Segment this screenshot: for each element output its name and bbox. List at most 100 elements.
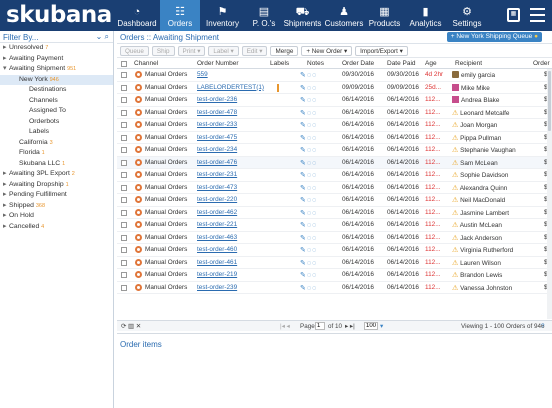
row-checkbox[interactable]	[121, 197, 127, 203]
scrollbar-thumb[interactable]	[548, 71, 551, 131]
tree-item[interactable]: Florida 1	[0, 148, 113, 159]
row-checkbox[interactable]	[121, 184, 127, 191]
notes-icons[interactable]: ✎◌◌	[300, 71, 317, 79]
table-row[interactable]: Manual Orders test-order-233 ✎◌◌ 06/14/2016…	[117, 119, 552, 132]
tree-item[interactable]: ▾ Awaiting Shipment 951	[0, 64, 113, 75]
order-number-link[interactable]: test-order-233	[197, 121, 237, 128]
nav-analytics[interactable]: ▮ Analytics	[404, 0, 447, 31]
column-header[interactable]: Order	[533, 60, 550, 67]
nav-shipments[interactable]: ⛟ Shipments	[282, 0, 323, 31]
notes-icons[interactable]: ✎◌◌	[300, 84, 317, 92]
tree-item[interactable]: Skubana LLC 1	[0, 159, 113, 170]
refresh-icon[interactable]: ⟳ ▥ ✕	[121, 323, 141, 330]
table-row[interactable]: Manual Orders test-order-221 ✎◌◌ 06/14/2016…	[117, 219, 552, 232]
table-row[interactable]: Manual Orders LABELORDERTEST(1) ✎◌◌ 09/09/2…	[117, 82, 552, 94]
tree-item[interactable]: California 3	[0, 138, 113, 149]
toolbar-button-print[interactable]: Print ▾	[177, 46, 206, 56]
page-number-input[interactable]	[315, 322, 325, 330]
tree-item[interactable]: Destinations	[0, 85, 113, 96]
row-checkbox[interactable]	[121, 172, 127, 178]
table-row[interactable]: Manual Orders test-order-475 ✎◌◌ 06/14/2016…	[117, 132, 552, 144]
notes-icons[interactable]: ✎◌◌	[300, 121, 317, 129]
row-checkbox[interactable]	[121, 134, 127, 141]
notes-icons[interactable]: ✎◌◌	[300, 246, 317, 254]
column-header[interactable]: Recipient	[455, 60, 482, 67]
toolbar-button-ship[interactable]: Ship	[151, 46, 175, 56]
order-number-link[interactable]: test-order-236	[197, 96, 237, 103]
row-checkbox[interactable]	[121, 284, 127, 291]
order-number-link[interactable]: test-order-476	[197, 159, 237, 166]
hamburger-menu-icon[interactable]	[530, 8, 545, 22]
select-all-checkbox[interactable]	[121, 61, 127, 67]
toolbar-button-queue[interactable]: Queue	[120, 46, 149, 56]
tree-item[interactable]: ▸ Pending Fulfillment	[0, 190, 113, 201]
per-page-select[interactable]	[364, 322, 378, 330]
notes-icons[interactable]: ✎◌◌	[300, 271, 317, 279]
notes-icons[interactable]: ✎◌◌	[300, 109, 317, 117]
toolbar-button-edit[interactable]: Edit ▾	[241, 46, 268, 56]
tree-item[interactable]: ▸ Awaiting Payment	[0, 54, 113, 65]
order-number-link[interactable]: test-order-239	[197, 284, 237, 291]
row-checkbox[interactable]	[121, 209, 127, 216]
nav-customers[interactable]: ♟ Customers	[323, 0, 365, 31]
column-header[interactable]: Age	[425, 60, 437, 67]
notes-icons[interactable]: ✎◌◌	[300, 259, 317, 267]
tree-item[interactable]: ▸ On Hold	[0, 211, 113, 222]
notes-icons[interactable]: ✎◌◌	[300, 96, 317, 104]
nav-products[interactable]: ▦ Products	[365, 0, 404, 31]
row-checkbox[interactable]	[121, 259, 127, 266]
row-checkbox[interactable]	[121, 97, 127, 103]
table-row[interactable]: Manual Orders test-order-219 ✎◌◌ 06/14/2016…	[117, 269, 552, 282]
notes-icons[interactable]: ✎◌◌	[300, 146, 317, 154]
tree-item[interactable]: ▸ Shipped 368	[0, 201, 113, 212]
table-row[interactable]: Manual Orders test-order-463 ✎◌◌ 06/14/2016…	[117, 232, 552, 244]
table-row[interactable]: Manual Orders test-order-239 ✎◌◌ 06/14/2016…	[117, 282, 552, 294]
order-number-link[interactable]: test-order-473	[197, 184, 237, 191]
tree-item[interactable]: Channels	[0, 96, 113, 107]
row-checkbox[interactable]	[121, 72, 127, 78]
nav-orders[interactable]: ☷ Orders	[160, 0, 200, 31]
notes-icons[interactable]: ✎◌◌	[300, 196, 317, 204]
table-row[interactable]: Manual Orders test-order-460 ✎◌◌ 06/14/2016…	[117, 244, 552, 257]
tree-item[interactable]: Orderbots	[0, 117, 113, 128]
toolbar-button-label[interactable]: Label ▾	[208, 46, 239, 56]
row-checkbox[interactable]	[121, 109, 127, 116]
table-row[interactable]: Manual Orders test-order-231 ✎◌◌ 06/14/2016…	[117, 169, 552, 182]
toolbar-button-importexport[interactable]: Import/Export ▾	[355, 46, 408, 56]
row-checkbox[interactable]	[121, 159, 127, 166]
order-number-link[interactable]: test-order-475	[197, 134, 237, 141]
table-row[interactable]: Manual Orders test-order-473 ✎◌◌ 06/14/2016…	[117, 182, 552, 194]
tree-item[interactable]: ▸ Awaiting Dropship 1	[0, 180, 113, 191]
search-icon[interactable]: ⌄ ⌕	[96, 32, 109, 42]
table-row[interactable]: Manual Orders test-order-234 ✎◌◌ 06/14/2016…	[117, 144, 552, 157]
toolbar-button-neworder[interactable]: + New Order ▾	[301, 46, 353, 56]
row-checkbox[interactable]	[121, 247, 127, 253]
column-header[interactable]: Date Paid	[387, 60, 416, 67]
per-page-dropdown-icon[interactable]: ▾	[380, 323, 383, 330]
table-row[interactable]: Manual Orders test-order-236 ✎◌◌ 06/14/2016…	[117, 94, 552, 107]
tree-item[interactable]: New York 946	[0, 74, 113, 85]
column-header[interactable]: Labels	[270, 60, 289, 67]
notes-icons[interactable]: ✎◌◌	[300, 171, 317, 179]
tree-item[interactable]: ▸ Unresolved 7	[0, 43, 113, 54]
tree-item[interactable]: Labels	[0, 127, 113, 138]
notes-icons[interactable]: ✎◌◌	[300, 134, 317, 142]
notes-icons[interactable]: ✎◌◌	[300, 159, 317, 167]
row-checkbox[interactable]	[121, 84, 127, 91]
row-checkbox[interactable]	[121, 147, 127, 153]
calculator-icon[interactable]: ▦	[507, 8, 520, 22]
table-row[interactable]: Manual Orders test-order-476 ✎◌◌ 06/14/2016…	[117, 156, 552, 169]
toolbar-button-merge[interactable]: Merge	[270, 46, 299, 56]
row-checkbox[interactable]	[121, 222, 127, 228]
column-header[interactable]: Order Date	[342, 60, 374, 67]
tree-item[interactable]: Assigned To	[0, 106, 113, 117]
table-row[interactable]: Manual Orders test-order-220 ✎◌◌ 06/14/2016…	[117, 194, 552, 207]
order-number-link[interactable]: LABELORDERTEST(1)	[197, 84, 264, 91]
grid-scrollbar[interactable]	[547, 69, 552, 319]
nav-pos[interactable]: ▤ P. O.'s	[246, 0, 282, 31]
notes-icons[interactable]: ✎◌◌	[300, 221, 317, 229]
nav-dashboard[interactable]: ◔ Dashboard	[115, 0, 159, 31]
order-number-link[interactable]: test-order-462	[197, 209, 237, 216]
first-prev-page-icon[interactable]: |◂ ◂	[280, 323, 290, 330]
order-number-link[interactable]: test-order-221	[197, 221, 237, 228]
